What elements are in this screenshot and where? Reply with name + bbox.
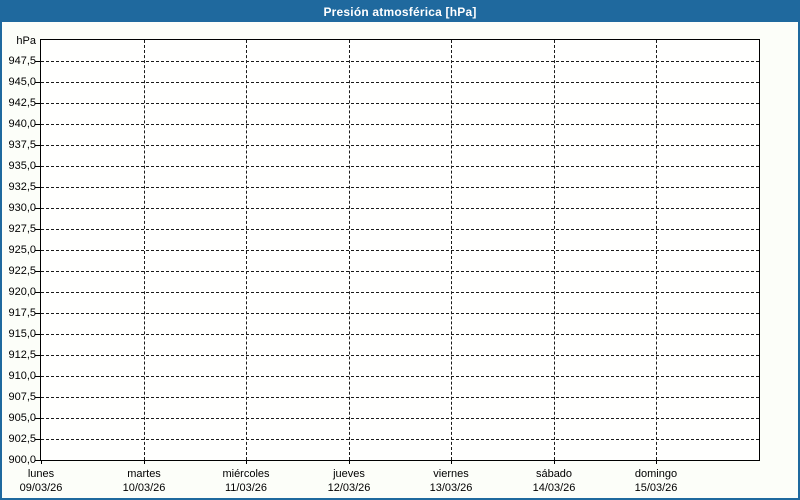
y-axis-tick-label: 902,5 — [8, 433, 36, 445]
y-gridline — [41, 187, 759, 188]
x-gridline — [451, 40, 452, 460]
y-axis-tick-label: 930,0 — [8, 202, 36, 214]
y-gridline — [41, 418, 759, 419]
y-gridline — [41, 250, 759, 251]
y-gridline — [41, 103, 759, 104]
y-gridline — [41, 124, 759, 125]
y-gridline — [41, 313, 759, 314]
x-axis-day-label: miércoles — [222, 468, 270, 480]
y-axis-tick-label: 900,0 — [8, 454, 36, 466]
y-axis-unit-label: hPa — [16, 35, 36, 47]
y-axis-tick-label: 917,5 — [8, 307, 36, 319]
y-axis-tick-label: 942,5 — [8, 97, 36, 109]
y-gridline — [41, 61, 759, 62]
x-axis-date-label: 14/03/26 — [532, 482, 576, 494]
x-gridline — [349, 40, 350, 460]
x-axis-tick — [144, 460, 145, 464]
y-gridline — [41, 355, 759, 356]
x-axis-tick — [349, 460, 350, 464]
y-gridline — [41, 166, 759, 167]
pressure-chart-window: Presión atmosférica [hPa] hPa 947,5 945,0… — [0, 0, 800, 500]
x-axis-day-label: martes — [127, 468, 161, 480]
y-axis-tick-label: 925,0 — [8, 244, 36, 256]
x-axis-date-label: 15/03/26 — [634, 482, 678, 494]
x-axis-tick — [41, 460, 42, 464]
x-axis-day-label: viernes — [433, 468, 469, 480]
x-axis-date-label: 11/03/26 — [224, 482, 268, 494]
x-gridline — [554, 40, 555, 460]
y-axis-tick-label: 912,5 — [8, 349, 36, 361]
y-axis-tick-label: 932,5 — [8, 181, 36, 193]
x-axis-date-label: 12/03/26 — [327, 482, 371, 494]
y-gridline — [41, 397, 759, 398]
x-axis-date-label: 13/03/26 — [429, 482, 473, 494]
y-axis-tick-label: 910,0 — [8, 370, 36, 382]
x-axis-day-label: sábado — [535, 468, 573, 480]
x-gridline — [656, 40, 657, 460]
y-axis-tick-label: 905,0 — [8, 412, 36, 424]
y-gridline — [41, 145, 759, 146]
y-gridline — [41, 82, 759, 83]
x-axis-date-label: 10/03/26 — [122, 482, 166, 494]
y-gridline — [41, 439, 759, 440]
y-gridline — [41, 376, 759, 377]
y-axis-tick-label: 915,0 — [8, 328, 36, 340]
y-axis-tick-label: 922,5 — [8, 265, 36, 277]
y-axis-tick-label: 920,0 — [8, 286, 36, 298]
x-gridline — [144, 40, 145, 460]
y-axis-tick-label: 935,0 — [8, 160, 36, 172]
y-gridline — [41, 334, 759, 335]
x-axis-date-label: 09/03/26 — [19, 482, 63, 494]
y-gridline — [41, 271, 759, 272]
x-axis-day-label: jueves — [333, 468, 365, 480]
x-axis-tick — [246, 460, 247, 464]
plot-area — [40, 39, 760, 461]
x-axis-tick — [656, 460, 657, 464]
y-axis-tick-label: 940,0 — [8, 118, 36, 130]
y-gridline — [41, 229, 759, 230]
y-gridline — [41, 208, 759, 209]
x-gridline — [246, 40, 247, 460]
y-axis-tick-label: 945,0 — [8, 76, 36, 88]
y-axis-tick-label: 947,5 — [8, 55, 36, 67]
y-gridline — [41, 292, 759, 293]
x-axis-tick — [451, 460, 452, 464]
y-axis-tick-label: 907,5 — [8, 391, 36, 403]
chart-title: Presión atmosférica [hPa] — [2, 2, 798, 22]
y-axis-tick-label: 927,5 — [8, 223, 36, 235]
x-axis-day-label: domingo — [634, 468, 678, 480]
y-axis-tick-label: 937,5 — [8, 139, 36, 151]
chart-area: hPa 947,5 945,0 942,5 940,0 937,5 935,0 932,5 9… — [2, 22, 798, 498]
x-axis-tick — [554, 460, 555, 464]
x-axis-day-label: lunes — [27, 468, 55, 480]
